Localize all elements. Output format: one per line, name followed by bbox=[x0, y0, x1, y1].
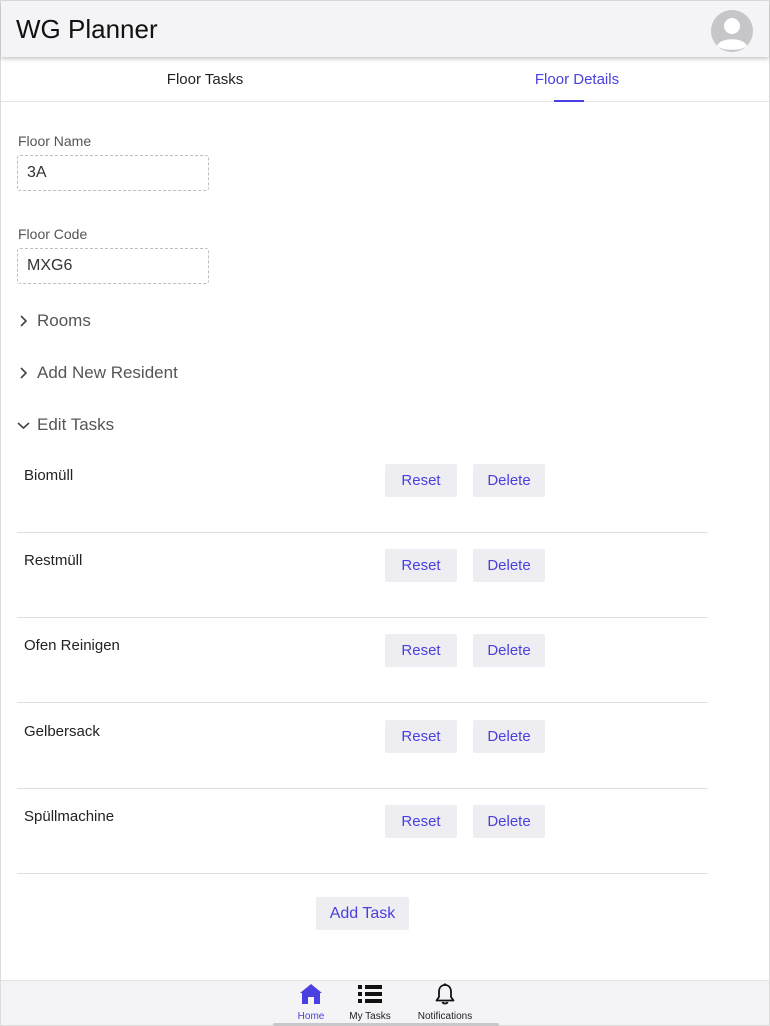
rooms-section-label: Rooms bbox=[37, 311, 91, 330]
reset-task-button[interactable]: Reset bbox=[385, 549, 457, 582]
floor-code-label: Floor Code bbox=[18, 226, 88, 242]
nav-notifications[interactable]: Notifications bbox=[413, 983, 477, 1022]
task-row: Ofen Reinigen Reset Delete bbox=[17, 618, 708, 703]
nav-home-label: Home bbox=[297, 1011, 325, 1022]
task-row: Biomüll Reset Delete bbox=[17, 448, 708, 533]
add-resident-section-label: Add New Resident bbox=[37, 363, 178, 382]
edit-tasks-section-label: Edit Tasks bbox=[37, 415, 115, 434]
bell-icon bbox=[433, 983, 457, 1009]
rooms-section-toggle[interactable]: Rooms bbox=[17, 306, 91, 336]
nav-home[interactable]: Home bbox=[293, 983, 329, 1022]
tab-bar: Floor Tasks Floor Details bbox=[1, 58, 769, 102]
task-name: Restmüll bbox=[24, 552, 83, 569]
home-icon bbox=[299, 984, 323, 1009]
tab-floor-tasks[interactable]: Floor Tasks bbox=[13, 58, 397, 102]
task-name: Gelbersack bbox=[24, 723, 100, 740]
delete-task-button[interactable]: Delete bbox=[473, 549, 545, 582]
user-avatar-icon[interactable] bbox=[711, 10, 753, 52]
delete-task-button[interactable]: Delete bbox=[473, 805, 545, 838]
floor-name-label: Floor Name bbox=[18, 133, 92, 149]
nav-my-tasks-label: My Tasks bbox=[349, 1011, 391, 1022]
floor-code-input[interactable] bbox=[17, 248, 209, 284]
reset-task-button[interactable]: Reset bbox=[385, 634, 457, 667]
nav-my-tasks[interactable]: My Tasks bbox=[346, 983, 394, 1022]
app-header: WG Planner bbox=[1, 1, 769, 57]
floor-name-input[interactable] bbox=[17, 155, 209, 191]
chevron-right-icon bbox=[17, 366, 31, 380]
task-name: Ofen Reinigen bbox=[24, 637, 120, 654]
delete-task-button[interactable]: Delete bbox=[473, 720, 545, 753]
task-name: Biomüll bbox=[24, 467, 74, 484]
app-title: WG Planner bbox=[16, 14, 158, 44]
add-resident-section-toggle[interactable]: Add New Resident bbox=[17, 358, 178, 388]
task-name: Spüllmachine bbox=[24, 808, 115, 825]
delete-task-button[interactable]: Delete bbox=[473, 634, 545, 667]
task-row: Restmüll Reset Delete bbox=[17, 533, 708, 618]
chevron-right-icon bbox=[17, 314, 31, 328]
active-tab-indicator bbox=[554, 100, 584, 102]
task-row: Spüllmachine Reset Delete bbox=[17, 789, 708, 874]
list-icon bbox=[357, 985, 383, 1009]
task-row: Gelbersack Reset Delete bbox=[17, 704, 708, 789]
tab-floor-details[interactable]: Floor Details bbox=[385, 58, 769, 102]
edit-tasks-section-toggle[interactable]: Edit Tasks bbox=[17, 410, 114, 440]
reset-task-button[interactable]: Reset bbox=[385, 464, 457, 497]
add-task-button[interactable]: Add Task bbox=[316, 897, 409, 930]
chevron-down-icon bbox=[17, 418, 31, 432]
reset-task-button[interactable]: Reset bbox=[385, 805, 457, 838]
bottom-nav: Home My Tasks Notifications bbox=[1, 980, 769, 1026]
delete-task-button[interactable]: Delete bbox=[473, 464, 545, 497]
reset-task-button[interactable]: Reset bbox=[385, 720, 457, 753]
nav-notifications-label: Notifications bbox=[417, 1011, 473, 1022]
